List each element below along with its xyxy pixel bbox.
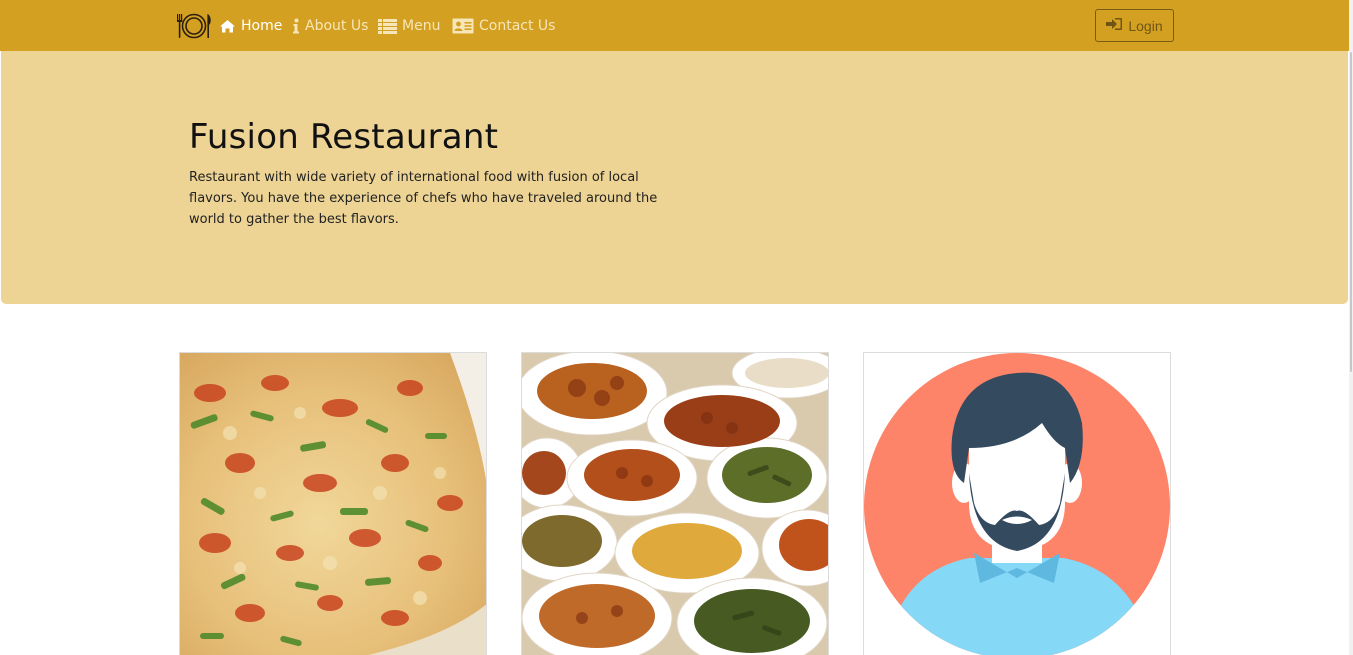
nav-about-us[interactable]: About Us	[292, 15, 368, 37]
nav-contact-us-label: Contact Us	[479, 18, 556, 34]
sign-in-icon	[1106, 17, 1123, 34]
card-dishes[interactable]	[521, 352, 829, 655]
login-label: Login	[1128, 17, 1163, 34]
nav-about-us-label: About Us	[305, 18, 369, 34]
scrollbar-thumb[interactable]	[1350, 52, 1352, 372]
chef-avatar-image	[864, 353, 1170, 655]
card-pizza[interactable]	[179, 352, 487, 655]
nav-home-label: Home	[241, 18, 283, 34]
nav-contact-us[interactable]: Contact Us	[452, 15, 555, 37]
nav-menu-label: Menu	[402, 18, 441, 34]
indian-dishes-image	[522, 353, 828, 655]
hero-jumbotron: Fusion Restaurant Restaurant with wide v…	[1, 51, 1348, 304]
home-icon	[219, 19, 236, 33]
hero-title: Fusion Restaurant	[189, 117, 499, 157]
navbar: Home About Us Menu Contact Us Login	[0, 0, 1349, 51]
pizza-image	[180, 353, 486, 655]
card-chef[interactable]	[863, 352, 1171, 655]
plate-fork-knife-icon[interactable]	[174, 12, 214, 40]
page-scrollbar[interactable]	[1349, 0, 1353, 655]
nav-home[interactable]: Home	[219, 15, 282, 37]
list-icon	[378, 18, 397, 34]
login-button[interactable]: Login	[1095, 9, 1174, 42]
hero-description: Restaurant with wide variety of internat…	[189, 170, 658, 227]
nav-menu[interactable]: Menu	[378, 15, 440, 37]
info-icon	[292, 18, 300, 34]
contact-card-icon	[452, 18, 474, 34]
